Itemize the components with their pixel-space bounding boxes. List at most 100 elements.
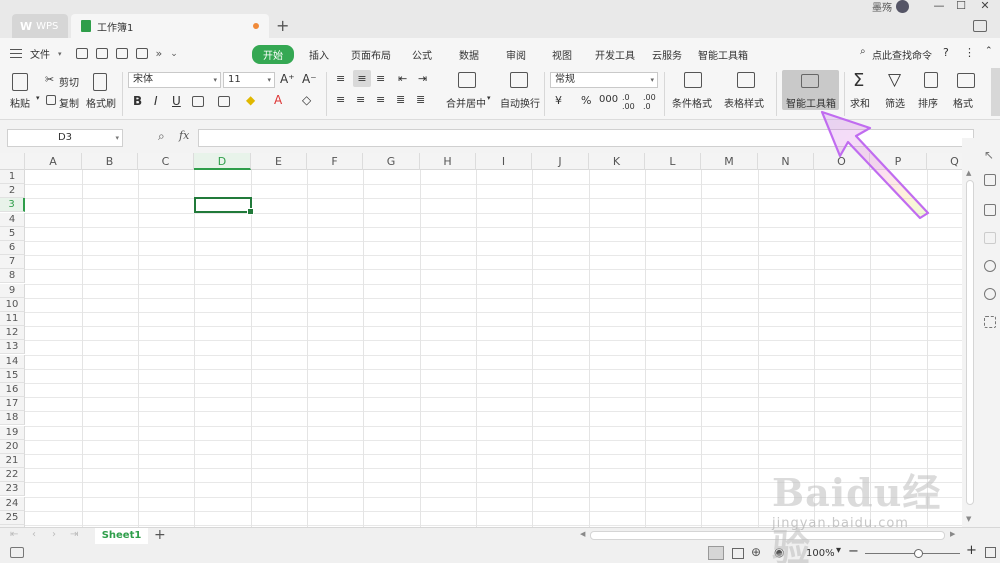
ribbon-scroll-right[interactable]	[991, 68, 1000, 116]
prev-sheet-icon[interactable]: ‹	[32, 529, 36, 540]
tab-cloud[interactable]: 云服务	[652, 47, 682, 62]
sheet-tab-sheet1[interactable]: Sheet1	[95, 528, 148, 545]
window-mode-icon[interactable]	[973, 20, 987, 32]
vertical-scroll-thumb[interactable]	[966, 180, 974, 505]
tab-insert[interactable]: 插入	[309, 47, 329, 62]
vertical-scrollbar[interactable]: ▲ ▼	[965, 169, 975, 526]
column-header[interactable]: A	[25, 153, 82, 170]
row-header[interactable]: 17	[0, 397, 25, 412]
increase-decimal-icon[interactable]: .0.00	[622, 93, 635, 111]
row-header[interactable]: 20	[0, 439, 25, 454]
row-header[interactable]: 6	[0, 241, 25, 255]
row-header[interactable]: 9	[0, 283, 25, 298]
row-header[interactable]: 25	[0, 510, 25, 525]
reading-mode-icon[interactable]: ⊕	[751, 545, 761, 559]
sort-icon[interactable]	[924, 72, 938, 88]
fill-color-icon[interactable]: ◆	[246, 93, 255, 107]
column-header[interactable]: C	[138, 153, 194, 170]
row-header[interactable]: 23	[0, 482, 25, 497]
scroll-up-icon[interactable]: ▲	[966, 169, 971, 177]
row-header[interactable]: 10	[0, 297, 25, 312]
column-header[interactable]: M	[701, 153, 758, 170]
row-header[interactable]: 4	[0, 212, 25, 227]
paste-dropdown-icon[interactable]: ▾	[36, 94, 40, 102]
paste-button[interactable]: 粘贴	[10, 95, 30, 110]
tab-view[interactable]: 视图	[552, 47, 572, 62]
bold-icon[interactable]: B	[133, 94, 142, 108]
customize-arrow-icon[interactable]: ⌄	[170, 49, 178, 59]
smart-toolbox-button[interactable]: 智能工具箱	[782, 70, 839, 110]
maximize-icon[interactable]: ☐	[952, 0, 970, 12]
merge-dropdown-icon[interactable]: ▾	[487, 94, 491, 102]
fx-insert-function[interactable]: fx	[179, 129, 189, 142]
row-header[interactable]: 12	[0, 326, 25, 341]
search-icon[interactable]: ⌕	[860, 46, 866, 57]
close-icon[interactable]: ✕	[976, 0, 994, 12]
align-left-icon[interactable]: ≡	[336, 93, 345, 106]
align-bottom-icon[interactable]: ≡	[376, 72, 385, 85]
borders-icon[interactable]	[192, 96, 204, 107]
filter-button[interactable]: 筛选	[885, 95, 905, 110]
row-header[interactable]: 22	[0, 468, 25, 483]
percent-icon[interactable]: %	[581, 94, 591, 107]
conditional-format-icon[interactable]	[684, 72, 702, 88]
scissors-icon[interactable]: ✂	[45, 73, 54, 86]
user-account[interactable]: 墨殇	[872, 0, 909, 14]
row-header[interactable]: 11	[0, 312, 25, 326]
row-header[interactable]: 21	[0, 454, 25, 468]
cut-button[interactable]: 剪切	[59, 74, 79, 89]
row-header[interactable]: 18	[0, 411, 25, 426]
column-header[interactable]: J	[532, 153, 589, 170]
filter-funnel-icon[interactable]: ▽	[888, 70, 901, 90]
column-header[interactable]: O	[814, 153, 870, 170]
apps-grid-icon[interactable]	[984, 316, 996, 328]
format-icon[interactable]	[957, 73, 975, 88]
tab-page-layout[interactable]: 页面布局	[351, 47, 391, 62]
style-panel-icon[interactable]	[984, 204, 996, 216]
cell-fill-pattern-icon[interactable]	[218, 96, 230, 107]
font-size-select[interactable]: 11 ▾	[223, 72, 275, 88]
new-tab-plus-icon[interactable]: +	[276, 16, 289, 35]
formula-input[interactable]	[198, 129, 974, 147]
row-header[interactable]: 16	[0, 383, 25, 397]
column-header-active[interactable]: D	[194, 153, 251, 170]
column-header[interactable]: G	[363, 153, 420, 170]
macro-record-icon[interactable]	[10, 547, 24, 558]
page-break-view-icon[interactable]	[732, 548, 744, 559]
tab-data[interactable]: 数据	[459, 47, 479, 62]
paste-icon[interactable]	[12, 73, 28, 91]
merge-center-button[interactable]: 合并居中	[446, 95, 486, 110]
help-circle-icon[interactable]	[984, 288, 996, 300]
sum-button[interactable]: 求和	[850, 95, 870, 110]
zoom-in-icon[interactable]: +	[966, 543, 977, 558]
column-header[interactable]: B	[82, 153, 138, 170]
column-header[interactable]: E	[251, 153, 307, 170]
column-header[interactable]: P	[870, 153, 927, 170]
more-options-icon[interactable]: ⋮	[964, 46, 975, 59]
save-icon[interactable]	[95, 48, 108, 59]
currency-icon[interactable]: ¥	[555, 94, 562, 107]
tab-smart-toolbox[interactable]: 智能工具箱	[698, 47, 748, 62]
tab-formula[interactable]: 公式	[412, 47, 432, 62]
column-header[interactable]: L	[645, 153, 701, 170]
font-shrink-icon[interactable]: A⁻	[302, 72, 317, 86]
select-pointer-icon[interactable]: ↖	[984, 148, 996, 162]
align-middle-icon[interactable]: ≡	[353, 70, 371, 87]
wrap-text-icon[interactable]	[510, 72, 528, 88]
name-box[interactable]: D3 ▾	[7, 129, 123, 147]
copy-icon[interactable]	[46, 95, 56, 105]
column-header[interactable]: F	[307, 153, 363, 170]
row-header[interactable]: 5	[0, 226, 25, 241]
row-header[interactable]: 14	[0, 354, 25, 369]
table-style-button[interactable]: 表格样式	[724, 95, 764, 110]
sum-sigma-icon[interactable]: Σ	[853, 70, 864, 91]
underline-icon[interactable]: U	[172, 94, 181, 108]
thousands-separator-icon[interactable]: 000	[599, 94, 618, 105]
decrease-indent-icon[interactable]: ⇤	[398, 72, 407, 85]
table-style-icon[interactable]	[737, 72, 755, 88]
row-header-active[interactable]: 3	[0, 198, 25, 213]
font-name-select[interactable]: 宋体 ▾	[128, 72, 221, 88]
justify-icon[interactable]: ≣	[396, 93, 405, 106]
zoom-search-icon[interactable]: ⌕	[158, 129, 165, 144]
history-icon[interactable]	[984, 260, 996, 272]
